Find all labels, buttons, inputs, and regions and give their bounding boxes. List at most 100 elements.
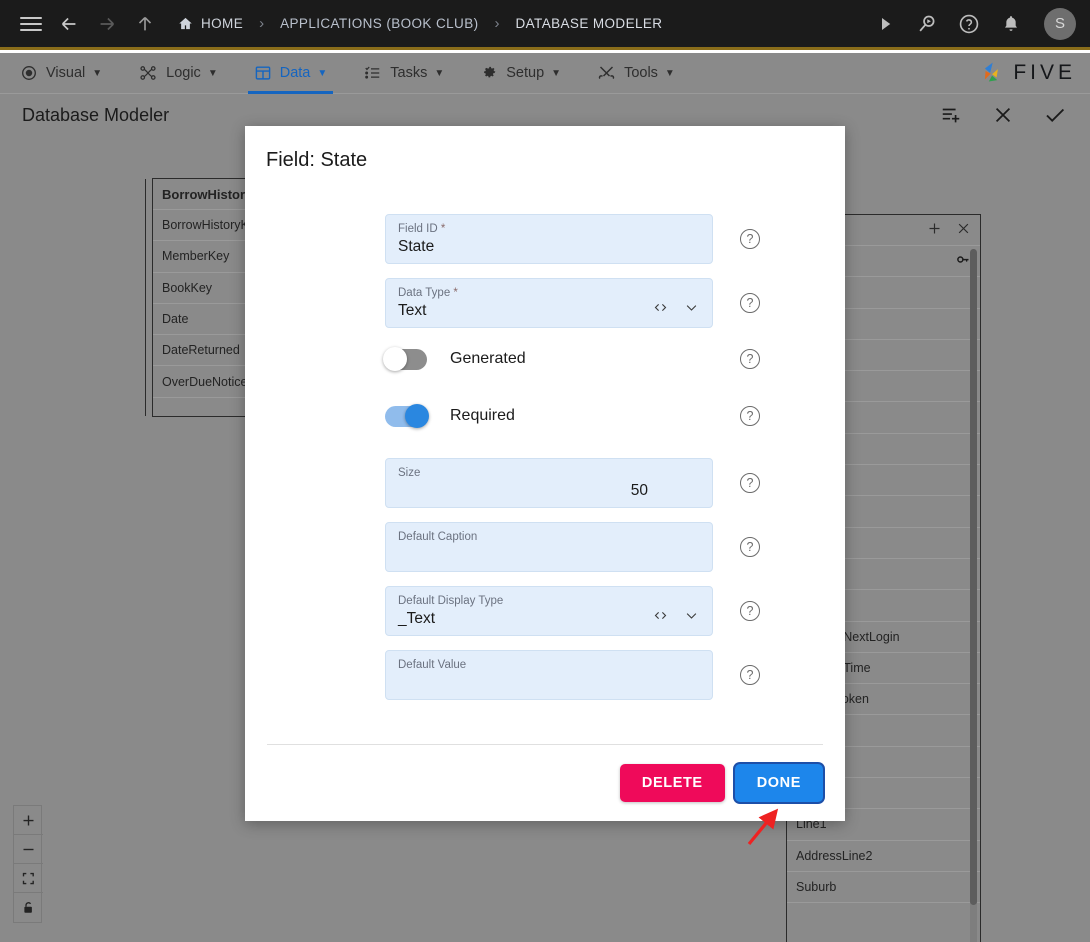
avatar[interactable]: S — [1044, 7, 1076, 40]
zoom-out-button[interactable] — [14, 835, 43, 864]
up-arrow-icon[interactable] — [128, 7, 162, 41]
menu-item-visual[interactable]: Visual ▼ — [14, 53, 108, 94]
dialog-body: Field ID * State ? Data Type * Text ? Ge… — [245, 172, 845, 744]
breadcrumb-label-database-modeler: DATABASE MODELER — [515, 16, 663, 31]
form-row-field-id: Field ID * State ? — [245, 214, 845, 264]
dialog-footer: DELETE DONE — [245, 745, 845, 821]
size-input[interactable]: Size 50 — [385, 458, 713, 508]
data-type-label: Data Type * — [398, 287, 458, 299]
help-icon[interactable]: ? — [740, 601, 760, 621]
help-circle-icon[interactable] — [952, 7, 986, 41]
breadcrumb-label-applications: APPLICATIONS (BOOK CLUB) — [280, 16, 479, 31]
breadcrumb-item-home[interactable]: HOME — [178, 16, 243, 31]
breadcrumb: HOME › APPLICATIONS (BOOK CLUB) › DATABA… — [178, 15, 868, 32]
breadcrumb-item-applications[interactable]: APPLICATIONS (BOOK CLUB) — [280, 16, 478, 31]
menu-label-tasks: Tasks — [390, 65, 428, 81]
entity-field-label: OverDueNotice — [162, 374, 248, 389]
form-row-required: Required ? — [245, 399, 845, 433]
entity-field-row[interactable]: Suburb — [787, 872, 980, 904]
delete-button[interactable]: DELETE — [619, 764, 725, 802]
entity-field-label: DateReturned — [162, 343, 240, 358]
entity-title: BorrowHistory — [162, 186, 253, 202]
menu-item-tools[interactable]: Tools ▼ — [591, 53, 681, 94]
chevron-down-icon[interactable] — [683, 300, 700, 320]
tools-icon — [597, 64, 616, 82]
plus-icon[interactable] — [927, 221, 942, 239]
play-icon[interactable] — [868, 7, 902, 41]
add-table-button[interactable] — [938, 102, 964, 128]
form-row-size: Size 50 ? — [245, 458, 845, 508]
field-editor-dialog: Field: State Field ID * State ? Data Typ… — [245, 126, 845, 821]
help-icon[interactable]: ? — [740, 537, 760, 557]
search-play-icon[interactable] — [910, 7, 944, 41]
menu-label-tools: Tools — [624, 65, 658, 81]
field-id-input[interactable]: Field ID * State — [385, 214, 713, 264]
lock-icon[interactable] — [14, 893, 43, 922]
canvas-zoom-controls — [13, 805, 43, 923]
help-icon[interactable]: ? — [740, 665, 760, 685]
default-value-input[interactable]: Default Value — [385, 650, 713, 700]
required-toggle-knob — [405, 404, 429, 428]
default-value-label: Default Value — [398, 659, 467, 671]
gear-icon — [480, 64, 498, 82]
required-toggle[interactable] — [385, 404, 429, 428]
default-caption-input[interactable]: Default Caption — [385, 522, 713, 572]
breadcrumb-label-home: HOME — [201, 16, 244, 31]
help-icon[interactable]: ? — [740, 349, 760, 369]
form-row-data-type: Data Type * Text ? — [245, 278, 845, 328]
generated-label: Generated — [450, 350, 526, 367]
breadcrumb-item-database-modeler[interactable]: DATABASE MODELER — [516, 16, 663, 31]
five-logo-text: FIVE — [1013, 61, 1076, 84]
entity-field-label: Suburb — [796, 880, 837, 895]
bell-icon[interactable] — [994, 7, 1028, 41]
zoom-in-button[interactable] — [14, 806, 43, 835]
menu-item-tasks[interactable]: Tasks ▼ — [357, 53, 450, 94]
hamburger-menu-icon[interactable] — [14, 7, 48, 41]
entity-scrollbar-thumb[interactable] — [970, 249, 977, 906]
form-row-generated: Generated ? — [245, 342, 845, 376]
five-logo-mark — [985, 62, 999, 82]
menu-item-logic[interactable]: Logic ▼ — [132, 53, 224, 94]
field-id-value: State — [398, 238, 435, 255]
default-display-type-adornments — [652, 608, 700, 628]
menu-item-setup[interactable]: Setup ▼ — [474, 53, 567, 94]
help-icon[interactable]: ? — [740, 406, 760, 426]
done-button[interactable]: DONE — [734, 764, 823, 802]
size-value: 50 — [630, 482, 648, 499]
back-arrow-icon[interactable] — [52, 7, 86, 41]
entity-field-label: BookKey — [162, 280, 213, 295]
menu-label-logic: Logic — [166, 65, 201, 81]
entity-rail — [145, 179, 146, 416]
fit-to-screen-icon[interactable] — [14, 864, 43, 893]
forward-arrow-icon[interactable] — [90, 7, 124, 41]
page-header-actions — [938, 102, 1068, 128]
help-icon[interactable]: ? — [740, 473, 760, 493]
default-display-type-select[interactable]: Default Display Type _Text — [385, 586, 713, 636]
chevron-down-icon[interactable] — [683, 608, 700, 628]
data-type-adornments — [652, 300, 700, 320]
breadcrumb-separator: › — [259, 15, 265, 32]
help-icon[interactable]: ? — [740, 293, 760, 313]
chevron-down-icon: ▼ — [317, 67, 328, 79]
logic-nodes-icon — [138, 64, 158, 82]
chevron-down-icon: ▼ — [434, 67, 445, 79]
help-icon[interactable]: ? — [740, 229, 760, 249]
size-label: Size — [398, 467, 421, 479]
menu-label-visual: Visual — [46, 65, 86, 81]
default-display-type-label: Default Display Type — [398, 595, 504, 607]
five-logo: FIVE — [981, 60, 1076, 86]
close-x-icon[interactable] — [956, 221, 971, 239]
generated-toggle[interactable] — [383, 347, 427, 371]
code-icon[interactable] — [652, 300, 669, 320]
code-icon[interactable] — [652, 608, 669, 628]
close-button[interactable] — [990, 102, 1016, 128]
data-type-select[interactable]: Data Type * Text — [385, 278, 713, 328]
menu-item-data[interactable]: Data ▼ — [247, 53, 334, 94]
menu-label-data: Data — [279, 65, 311, 81]
entity-field-row[interactable]: AddressLine2 — [787, 841, 980, 872]
confirm-save-button[interactable] — [1042, 102, 1068, 128]
chevron-down-icon: ▼ — [207, 67, 218, 79]
top-navigation-bar: HOME › APPLICATIONS (BOOK CLUB) › DATABA… — [0, 0, 1090, 50]
entity-scrollbar[interactable] — [970, 249, 977, 942]
eye-icon — [20, 64, 38, 82]
